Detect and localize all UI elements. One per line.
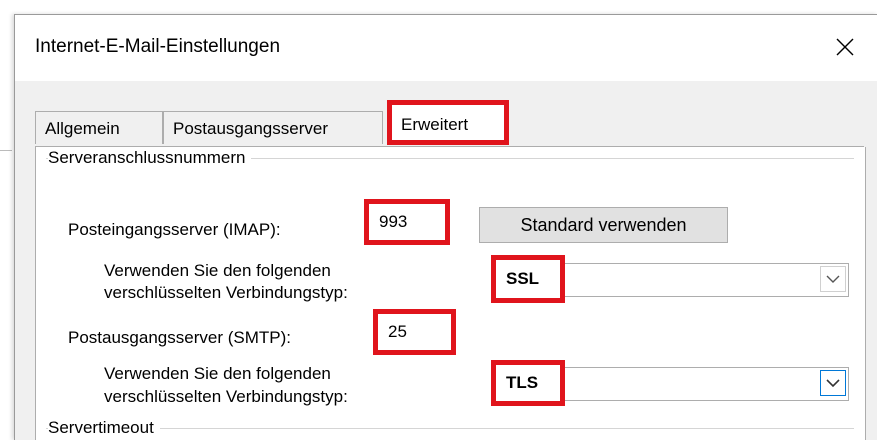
tab-panel-erweitert: Serveranschlussnummern Posteingangsserve… xyxy=(35,147,866,440)
close-icon xyxy=(836,38,854,56)
dialog-title: Internet-E-Mail-Einstellungen xyxy=(35,36,281,57)
incoming-encryption-label-line1: Verwenden Sie den folgenden xyxy=(104,261,331,280)
close-button[interactable] xyxy=(825,29,865,65)
incoming-port-input[interactable]: 993 xyxy=(364,199,450,245)
incoming-server-label: Posteingangsserver (IMAP): xyxy=(68,220,281,239)
background-window xyxy=(0,0,14,439)
outgoing-port-input[interactable]: 25 xyxy=(373,309,456,355)
tab-allgemein[interactable]: Allgemein xyxy=(35,111,163,144)
tab-postausgangsserver[interactable]: Postausgangsserver xyxy=(163,111,383,144)
background-divider xyxy=(0,150,12,151)
use-default-button[interactable]: Standard verwenden xyxy=(479,207,728,243)
chevron-down-icon xyxy=(826,378,840,387)
outgoing-encryption-label-line2: verschlüsselten Verbindungstyp: xyxy=(104,387,348,406)
incoming-encryption-value[interactable]: SSL xyxy=(491,255,565,303)
group-divider xyxy=(46,428,854,429)
incoming-encryption-dropdown-button[interactable] xyxy=(820,266,846,292)
outgoing-encryption-dropdown-button[interactable] xyxy=(820,370,846,396)
tab-bar: Allgemein Postausgangsserver Erweitert xyxy=(15,95,877,147)
tab-erweitert[interactable]: Erweitert xyxy=(387,100,509,145)
outgoing-encryption-value[interactable]: TLS xyxy=(491,360,565,406)
group-label-server-timeout: Servertimeout xyxy=(48,418,160,438)
outgoing-encryption-label-line1: Verwenden Sie den folgenden xyxy=(104,364,331,383)
outgoing-server-label: Postausgangsserver (SMTP): xyxy=(68,328,291,347)
title-bar[interactable]: Internet-E-Mail-Einstellungen xyxy=(15,15,877,81)
settings-dialog: Internet-E-Mail-Einstellungen Allgemein … xyxy=(14,14,877,440)
group-label-server-ports: Serveranschlussnummern xyxy=(48,148,252,168)
chevron-down-icon xyxy=(826,275,840,283)
incoming-encryption-label-line2: verschlüsselten Verbindungstyp: xyxy=(104,283,348,302)
